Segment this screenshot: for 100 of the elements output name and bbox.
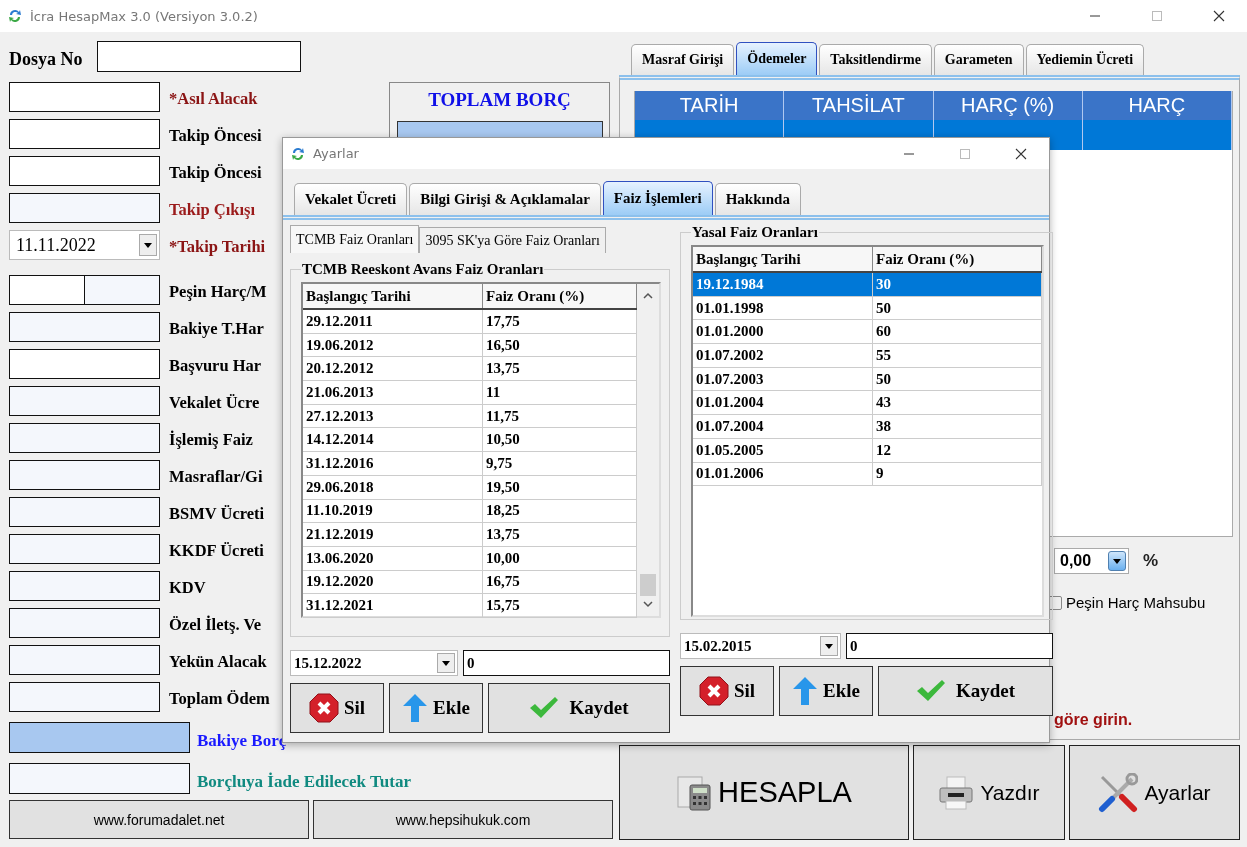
output-field[interactable]	[9, 386, 160, 416]
tab[interactable]: Masraf Girişi	[631, 44, 735, 75]
group-title: TCMB Reeskont Avans Faiz Oranları	[301, 261, 545, 278]
output-field[interactable]	[9, 645, 160, 675]
action-button[interactable]: HESAPLA	[619, 745, 909, 840]
date-dropdown[interactable]: 11.11.2022	[9, 230, 160, 260]
dialog-button[interactable]: Sil	[290, 683, 384, 733]
table-row[interactable]: 31.12.2016 9,75	[303, 452, 637, 476]
output-field[interactable]	[9, 312, 160, 342]
hint-text: göre girin.	[1054, 711, 1133, 728]
tab[interactable]: Bilgi Girişi & Açıklamalar	[409, 183, 601, 215]
table-row[interactable]: 13.06.2020 10,00	[303, 546, 637, 571]
rate-dropdown[interactable]: 0,00	[1054, 548, 1129, 574]
input-field[interactable]: 0	[463, 650, 670, 676]
dialog-button[interactable]: Ekle	[389, 683, 483, 733]
tab[interactable]: TCMB Faiz Oranları	[290, 225, 420, 253]
table-row[interactable]: 01.01.2000 60	[693, 320, 1042, 345]
table-row[interactable]: 21.06.2013 11	[303, 381, 637, 405]
output-field[interactable]	[9, 763, 190, 794]
table-cell: 11.10.2019	[303, 499, 483, 523]
input-field[interactable]: 0	[846, 633, 1053, 659]
table-row[interactable]: 29.12.2011 17,75	[303, 310, 637, 334]
table-cell: 31.12.2016	[303, 452, 483, 475]
column-header[interactable]: Başlangıç Tarihi	[303, 284, 483, 308]
tab[interactable]: Hakkında	[714, 183, 801, 215]
tab[interactable]: Garameten	[933, 44, 1024, 75]
output-field[interactable]	[9, 193, 160, 223]
input-field[interactable]	[9, 349, 160, 379]
group-title: Yasal Faiz Oranları	[691, 224, 819, 241]
input-field[interactable]	[9, 119, 160, 149]
arrow-up-icon	[792, 676, 818, 706]
table-row[interactable]: 20.12.2012 13,75	[303, 357, 637, 382]
table-row[interactable]: 01.01.2004 43	[693, 391, 1042, 416]
table-row[interactable]: 21.12.2019 13,75	[303, 523, 637, 547]
table-row[interactable]: 29.06.2018 19,50	[303, 475, 637, 500]
scrollbar[interactable]	[637, 284, 659, 616]
table-row[interactable]: 19.06.2012 16,50	[303, 333, 637, 358]
dialog-button[interactable]: Ekle	[779, 666, 873, 716]
input-field[interactable]	[9, 275, 85, 305]
output-field[interactable]	[9, 682, 160, 712]
table-cell: 01.07.2003	[693, 367, 873, 391]
field-label: *Takip Tarihi	[169, 237, 266, 257]
field-label: Bakiye T.Har	[169, 319, 264, 339]
output-field[interactable]	[9, 460, 160, 490]
table-cell: 31.12.2021	[303, 594, 483, 617]
tab[interactable]: Ödemeler	[736, 42, 818, 75]
tab[interactable]: Taksitlendirme	[819, 44, 932, 75]
tab[interactable]: Faiz İşlemleri	[602, 181, 713, 215]
table-row[interactable]: 01.01.1998 50	[693, 296, 1042, 321]
dialog-button[interactable]: Sil	[680, 666, 774, 716]
caret-icon	[437, 653, 455, 673]
link-button[interactable]: www.hepsihukuk.com	[313, 800, 613, 839]
column-header[interactable]: Faiz Oranı (%)	[873, 247, 1042, 271]
tab[interactable]: 3095 SK'ya Göre Faiz Oranları	[419, 227, 606, 253]
table-cell: 43	[873, 391, 1042, 415]
table-row[interactable]: 01.07.2003 50	[693, 367, 1042, 392]
table-row[interactable]: 11.10.2019 18,25	[303, 499, 637, 524]
total-title: TOPLAM BORÇ	[428, 89, 571, 111]
dialog-button[interactable]: Kaydet	[488, 683, 670, 733]
table-row[interactable]: 19.12.1984 30	[693, 273, 1042, 297]
tab[interactable]: Yediemin Ücreti	[1025, 44, 1145, 75]
table-row[interactable]: 01.01.2006 9	[693, 462, 1042, 487]
table-row[interactable]: 01.07.2002 55	[693, 344, 1042, 368]
table-row[interactable]: 27.12.2013 11,75	[303, 404, 637, 429]
output-field[interactable]	[9, 534, 160, 564]
table-cell: 01.07.2002	[693, 344, 873, 367]
table-cell: 21.06.2013	[303, 381, 483, 404]
field-label: Yekün Alacak	[169, 652, 267, 672]
output-field[interactable]	[9, 608, 160, 638]
link-button[interactable]: www.forumadalet.net	[9, 800, 309, 839]
table-row[interactable]: 14.12.2014 10,50	[303, 428, 637, 453]
close-icon[interactable]	[1015, 147, 1027, 160]
x-octagon-icon	[698, 676, 729, 706]
table-row[interactable]: 31.12.2021 15,75	[303, 594, 637, 618]
column-header[interactable]: Başlangıç Tarihi	[693, 247, 873, 271]
date-dropdown[interactable]: 15.02.2015	[680, 633, 841, 659]
table-cell: 60	[873, 320, 1042, 344]
input-field[interactable]	[9, 156, 160, 186]
output-field[interactable]	[9, 571, 160, 601]
input-field[interactable]	[9, 82, 160, 112]
field-label: İşlemiş Faiz	[169, 430, 253, 450]
table-row[interactable]: 19.12.2020 16,75	[303, 570, 637, 595]
action-button[interactable]: Ayarlar	[1069, 745, 1240, 840]
date-dropdown[interactable]: 15.12.2022	[290, 650, 458, 676]
tab[interactable]: Vekalet Ücreti	[294, 183, 408, 215]
output-field[interactable]	[85, 275, 160, 305]
output-field[interactable]	[9, 423, 160, 453]
field-label: Masraflar/Gi	[169, 467, 263, 487]
field-label: Özel İletş. Ve	[169, 615, 262, 635]
output-field[interactable]	[9, 497, 160, 527]
field-label: BSMV Ücreti	[169, 504, 265, 524]
input-field[interactable]	[96, 41, 301, 72]
table-cell: 19.06.2012	[303, 333, 483, 357]
close-icon[interactable]	[1213, 10, 1225, 22]
action-button[interactable]: Yazdır	[913, 745, 1065, 840]
output-field[interactable]	[9, 722, 190, 753]
table-row[interactable]: 01.07.2004 38	[693, 415, 1042, 439]
table-cell: 01.01.2000	[693, 320, 873, 344]
dialog-button[interactable]: Kaydet	[878, 666, 1053, 716]
table-row[interactable]: 01.05.2005 12	[693, 438, 1042, 463]
